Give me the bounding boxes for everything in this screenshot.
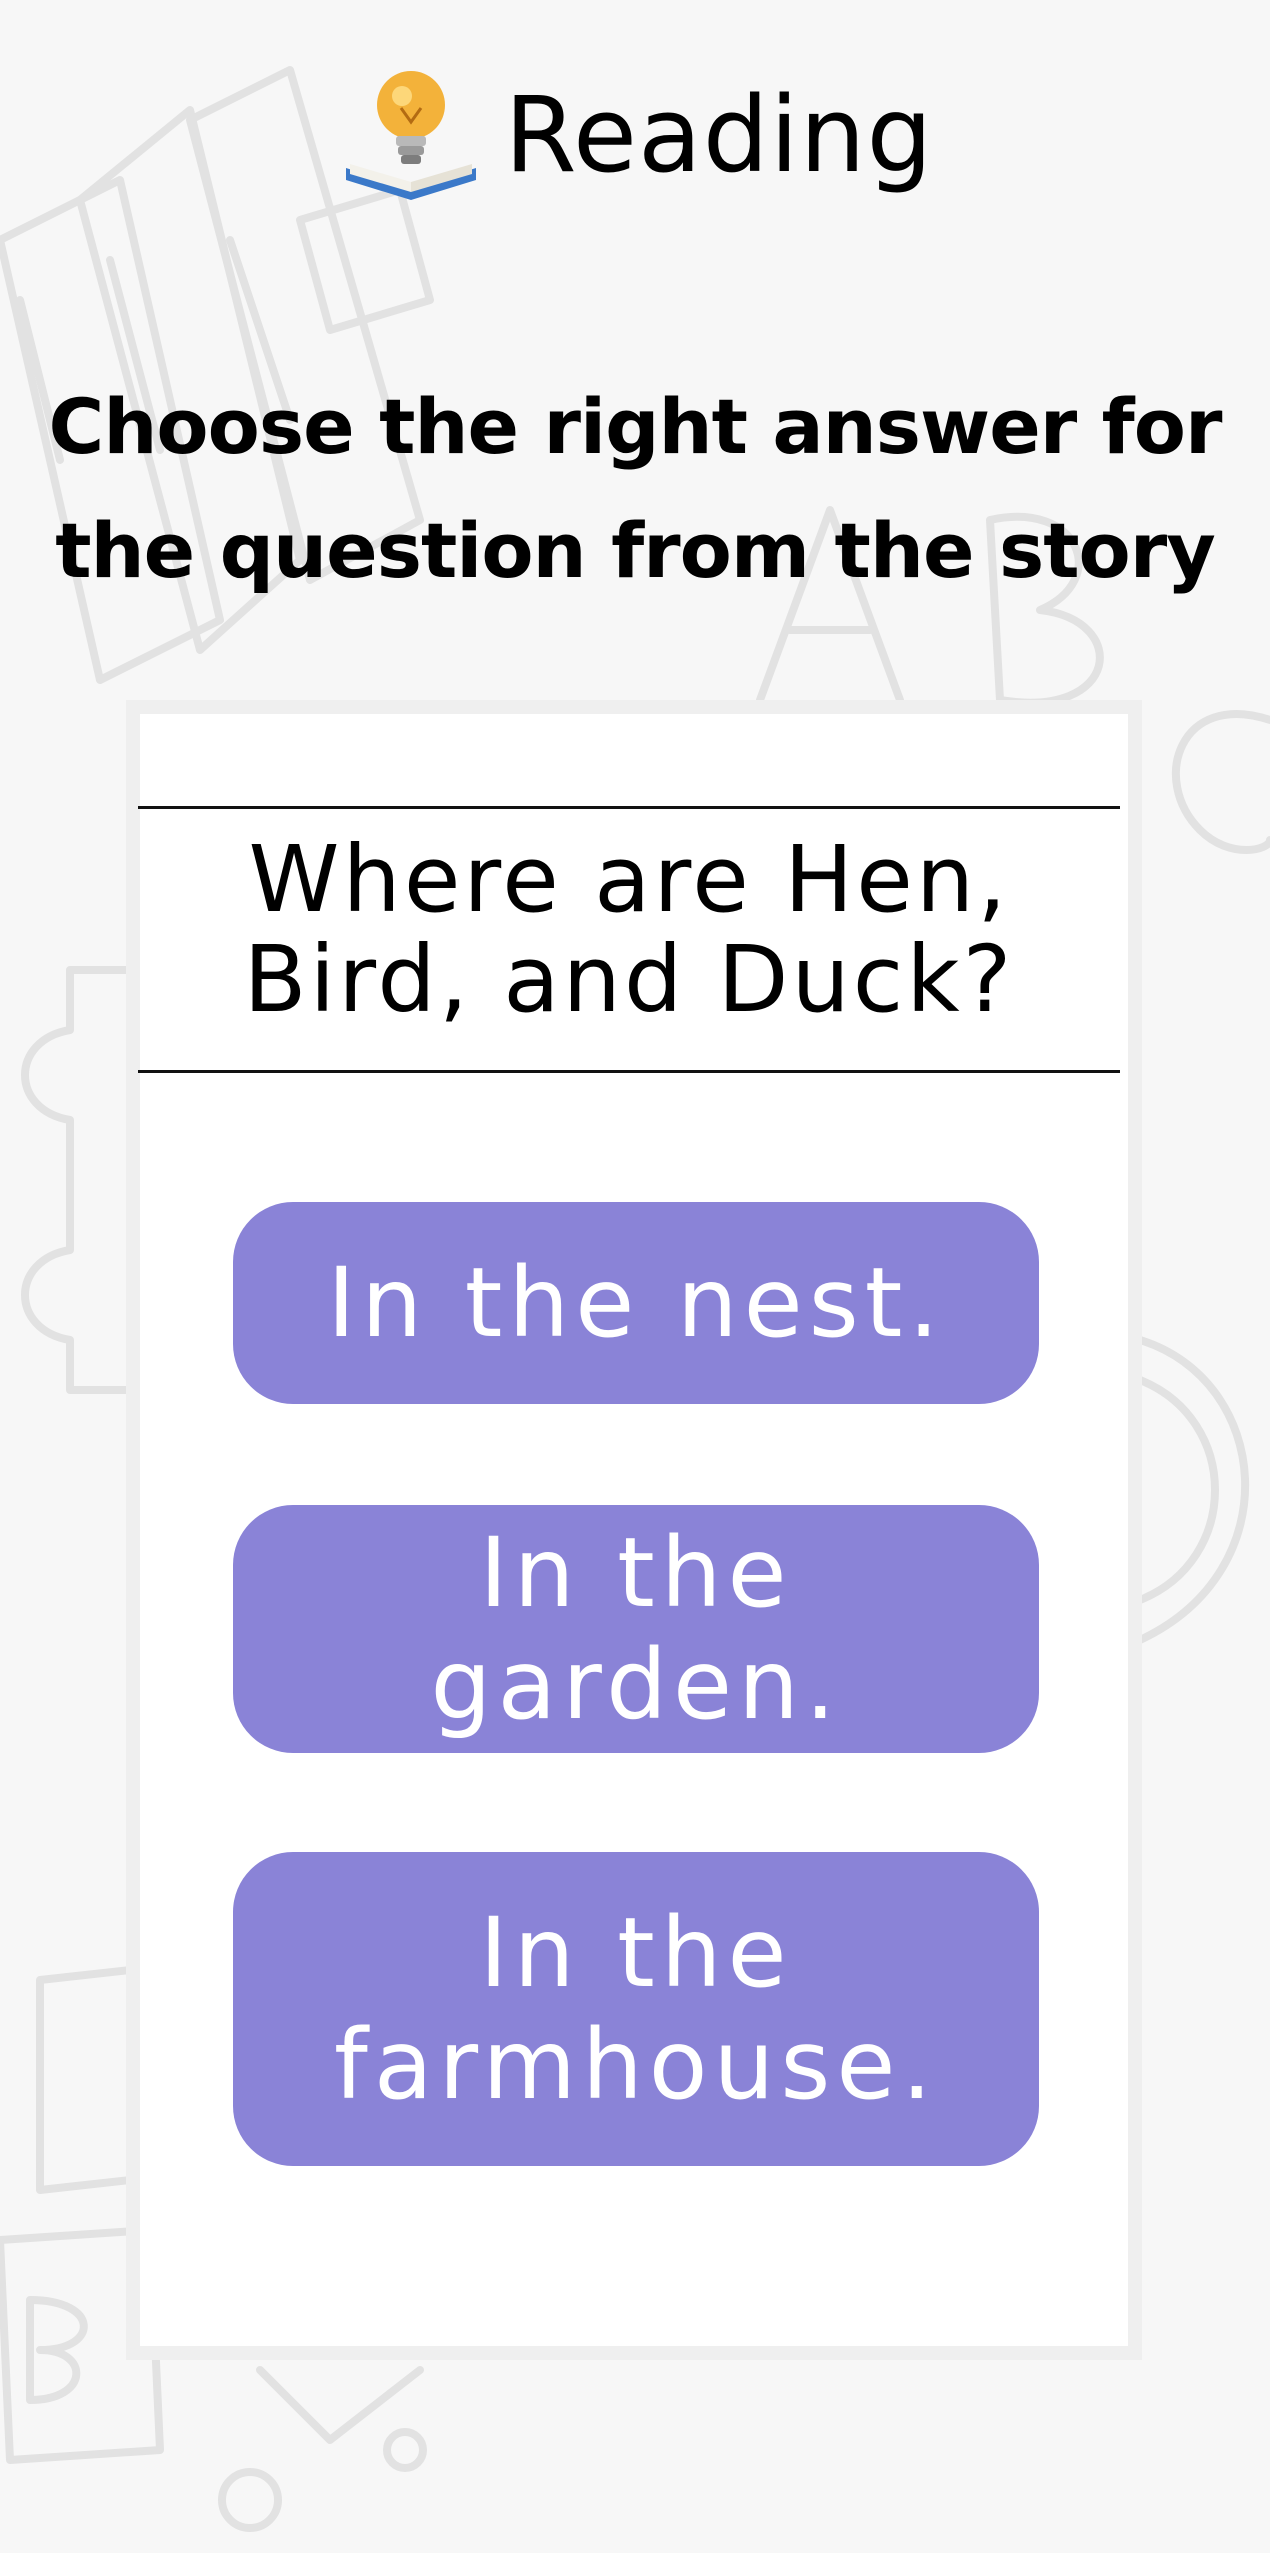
answer-label: In the farmhouse.	[334, 1897, 938, 2121]
answer-label: In the garden.	[430, 1517, 842, 1741]
answer-label: In the nest.	[327, 1247, 945, 1359]
answer-button[interactable]: In the garden.	[233, 1505, 1039, 1753]
app-header: Reading	[0, 60, 1270, 210]
arch-doodle-icon	[1136, 1336, 1250, 1644]
question-divider-top	[138, 806, 1120, 809]
answer-button[interactable]: In the nest.	[233, 1202, 1039, 1404]
lightbulb-book-icon	[346, 71, 477, 200]
question-text: Where are Hen, Bird, and Duck?	[243, 826, 1015, 1033]
puzzle-doodle-icon	[21, 966, 134, 1394]
instruction-text: Choose the right answer for the question…	[48, 382, 1223, 595]
page-title: Reading	[504, 74, 934, 196]
answer-button[interactable]: In the farmhouse.	[233, 1852, 1039, 2166]
question-divider-bottom	[138, 1070, 1120, 1073]
